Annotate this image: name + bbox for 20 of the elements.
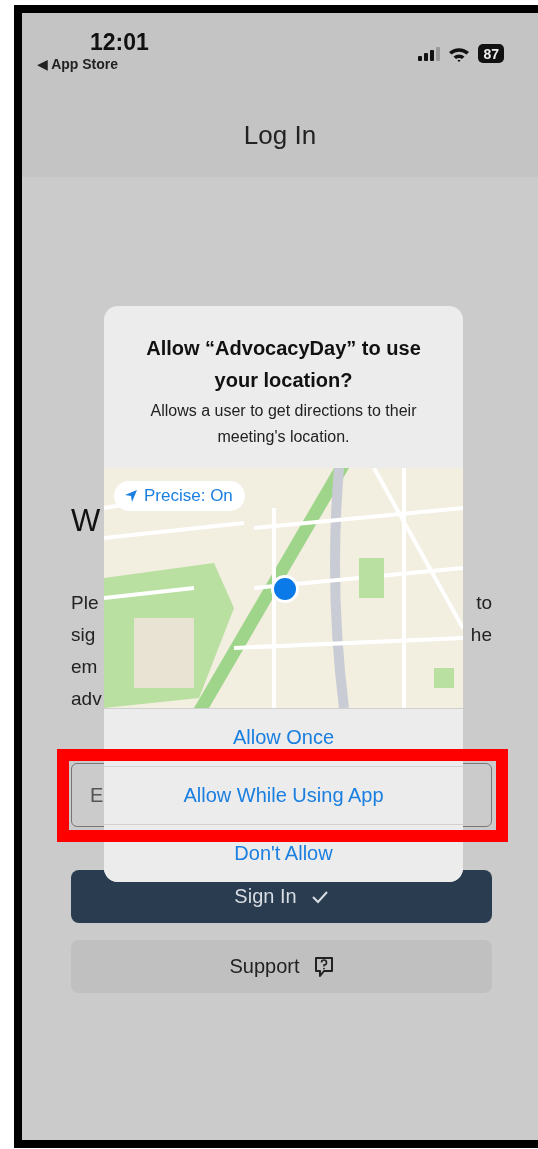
clock-time: 12:01 <box>90 29 149 55</box>
screen-title: Log In <box>243 119 317 151</box>
location-arrow-icon <box>124 489 138 503</box>
intro-text: to <box>476 591 492 615</box>
dialog-message: Allows a user to get directions to their meeting's location. <box>149 401 418 447</box>
battery-indicator: 87 <box>478 44 504 63</box>
intro-text: sig <box>71 623 96 647</box>
page-heading: W <box>71 502 101 540</box>
signal-icon <box>418 46 441 61</box>
help-bubble-icon <box>313 955 334 978</box>
checkmark-icon <box>310 889 329 904</box>
wifi-icon <box>448 45 471 62</box>
dialog-title: Allow “AdvocacyDay” to use your location? <box>145 336 422 393</box>
intro-text: adv <box>71 687 102 711</box>
precise-location-toggle[interactable]: Precise: On <box>114 481 245 511</box>
intro-text: em <box>71 655 98 679</box>
intro-text: Ple <box>71 591 99 615</box>
back-to-app-store-link[interactable]: ◀ App Store <box>37 55 119 73</box>
intro-text: he <box>470 623 492 647</box>
support-button[interactable]: Support <box>71 940 492 993</box>
